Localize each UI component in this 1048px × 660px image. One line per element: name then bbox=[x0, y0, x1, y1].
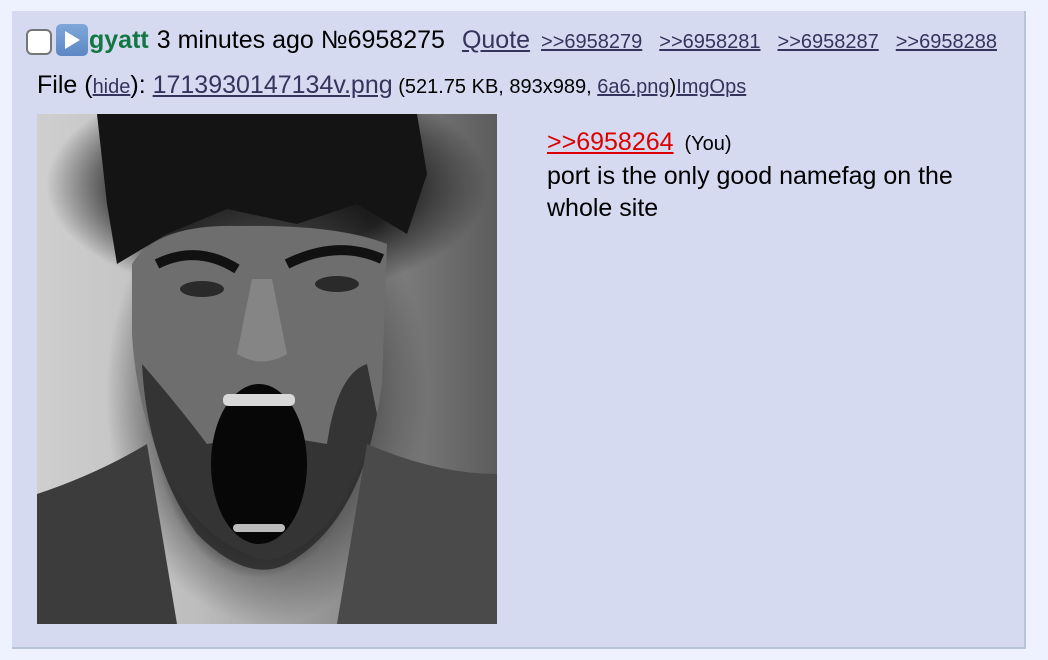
backlinks: >>6958279 >>6958281 >>6958287 >>6958288 bbox=[541, 31, 1014, 54]
backlink[interactable]: >>6958279 bbox=[541, 31, 642, 54]
comment-text: port is the only good namefag on the who… bbox=[547, 162, 953, 222]
file-suffix: ): bbox=[130, 71, 153, 99]
reply-post: gyatt 3 minutes ago №6958275 Quote >>695… bbox=[12, 11, 1026, 649]
post-header: gyatt 3 minutes ago №6958275 Quote >>695… bbox=[26, 23, 1014, 57]
imgops-link[interactable]: ImgOps bbox=[676, 76, 746, 99]
original-filename-link[interactable]: 6a6.png bbox=[597, 76, 669, 99]
file-details: (521.75 KB, 893x989, bbox=[392, 76, 598, 98]
file-prefix: File ( bbox=[37, 71, 93, 99]
post-image-thumbnail[interactable] bbox=[37, 114, 497, 624]
quote-reference-link[interactable]: >>6958264 bbox=[547, 128, 674, 156]
you-marker: (You) bbox=[684, 133, 732, 155]
backlink[interactable]: >>6958281 bbox=[659, 31, 760, 54]
play-triangle-icon bbox=[65, 31, 80, 49]
post-comment: >>6958264 (You) port is the only good na… bbox=[547, 126, 967, 224]
file-details-close: ) bbox=[669, 76, 677, 98]
hide-image-link[interactable]: hide bbox=[93, 76, 131, 99]
backlink[interactable]: >>6958287 bbox=[778, 31, 879, 54]
screaming-man-photo bbox=[37, 114, 497, 624]
post-number[interactable]: №6958275 bbox=[321, 26, 445, 55]
post-date: 3 minutes ago bbox=[156, 25, 314, 54]
post-select-checkbox[interactable] bbox=[26, 29, 52, 55]
backlink[interactable]: >>6958288 bbox=[896, 31, 997, 54]
quote-link[interactable]: Quote bbox=[462, 26, 530, 55]
poster-name: gyatt bbox=[89, 25, 149, 54]
file-info: File ( hide ): 1713930147134v.png (521.7… bbox=[37, 71, 746, 100]
post-menu-button[interactable] bbox=[56, 24, 88, 56]
file-name-link[interactable]: 1713930147134v.png bbox=[153, 71, 393, 100]
